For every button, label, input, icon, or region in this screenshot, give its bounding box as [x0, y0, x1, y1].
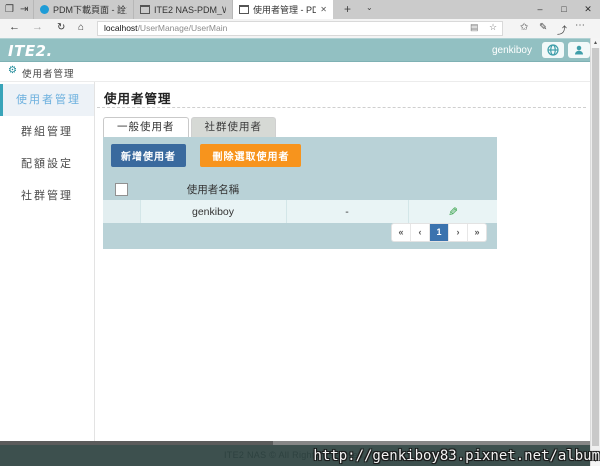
reading-view-icon[interactable]: ▤	[470, 22, 479, 33]
row-value: -	[285, 200, 408, 223]
browser-tab-bar: ❐ ⇥ PDM下載頁面 - 詮力科技ITE ITE2 NAS-PDM_Windo…	[0, 0, 600, 19]
table-header-row: 使用者名稱	[103, 178, 497, 200]
url-host: localhost	[104, 23, 138, 33]
vertical-scrollbar[interactable]: ▴ ▾	[590, 38, 600, 466]
url-path: /UserManage/UserMain	[137, 23, 228, 33]
logged-in-username: genkiboy	[491, 45, 532, 56]
minimize-button[interactable]: –	[528, 0, 552, 19]
new-tab-button[interactable]: +	[344, 2, 351, 16]
delete-selected-users-button[interactable]: 刪除選取使用者	[200, 144, 302, 167]
tab-preview-icon[interactable]: ⇥	[20, 3, 28, 16]
breadcrumb: ⚙ 使用者管理	[0, 62, 600, 82]
action-buttons-row: 新增使用者 刪除選取使用者	[103, 137, 497, 167]
address-bar: ← → ↻ ⌂ localhost/UserManage/UserMain ▤ …	[0, 19, 600, 38]
photo-watermark: http://genkiboy83.pixnet.net/album	[313, 448, 600, 464]
pagination-first-button[interactable]: «	[392, 224, 410, 241]
browser-window: ❐ ⇥ PDM下載頁面 - 詮力科技ITE ITE2 NAS-PDM_Windo…	[0, 0, 600, 466]
set-aside-tabs-icon[interactable]: ❐	[5, 3, 14, 16]
language-globe-button[interactable]	[542, 42, 564, 58]
row-username: genkiboy	[139, 200, 286, 223]
pagination-last-button[interactable]: »	[467, 224, 486, 241]
select-all-checkbox[interactable]	[115, 182, 128, 196]
hub-icon[interactable]: ✩	[520, 22, 528, 33]
site-header: ITE2. genkiboy	[0, 38, 600, 62]
add-user-button[interactable]: 新增使用者	[111, 144, 186, 167]
sidebar-item-user-manage[interactable]: 使用者管理	[0, 84, 94, 116]
pagination-next-button[interactable]: ›	[448, 224, 467, 241]
user-table: 使用者名稱 genkiboy - ✎	[103, 178, 497, 223]
scrollbar-up-arrow-icon[interactable]: ▴	[591, 38, 600, 48]
pdm-favicon	[40, 5, 49, 14]
pagination-prev-button[interactable]: ‹	[410, 224, 429, 241]
breadcrumb-label: 使用者管理	[22, 69, 75, 80]
account-button[interactable]	[568, 42, 590, 58]
favorite-star-icon[interactable]: ☆	[489, 22, 497, 33]
tab-title: 使用者管理 - PDM	[253, 5, 317, 15]
refresh-icon[interactable]: ↻	[57, 22, 65, 33]
pagination: « ‹ 1 › »	[391, 223, 487, 242]
close-window-button[interactable]: ✕	[576, 0, 600, 19]
close-tab-icon[interactable]: ✕	[320, 5, 327, 14]
edit-pencil-icon[interactable]: ✎	[448, 205, 458, 219]
vertical-scrollbar-thumb[interactable]	[592, 48, 599, 446]
url-input[interactable]: localhost/UserManage/UserMain	[97, 21, 503, 36]
more-options-icon[interactable]: ⋯	[575, 20, 585, 31]
share-icon[interactable]: ⤴	[557, 22, 567, 37]
browser-tab-nas-pdm[interactable]: ITE2 NAS-PDM_Windows 10	[134, 0, 233, 19]
gear-icon: ⚙	[8, 65, 17, 76]
window-controls: – □ ✕	[528, 0, 600, 19]
user-list-panel: 新增使用者 刪除選取使用者 使用者名稱 genkiboy - ✎ « ‹ 1 ›…	[103, 137, 497, 249]
sidebar-item-quota-settings[interactable]: 配額設定	[0, 148, 94, 180]
forward-icon[interactable]: →	[32, 21, 43, 33]
back-icon[interactable]: ←	[9, 21, 20, 33]
home-icon[interactable]: ⌂	[78, 22, 84, 33]
ite2-logo: ITE2.	[8, 42, 53, 60]
page-title: 使用者管理	[104, 92, 172, 106]
tab-list-chevron-icon[interactable]: ⌄	[366, 3, 373, 12]
browser-tab-user-manage-active[interactable]: 使用者管理 - PDM ✕	[233, 0, 333, 19]
table-row[interactable]: genkiboy - ✎	[103, 200, 497, 223]
web-note-pen-icon[interactable]: ✎	[539, 22, 547, 33]
column-header-username: 使用者名稱	[186, 183, 240, 196]
pagination-page-1[interactable]: 1	[429, 224, 448, 241]
content-tabs: 一般使用者 社群使用者	[103, 117, 276, 137]
maximize-button[interactable]: □	[552, 0, 576, 19]
sidebar: 使用者管理 群組管理 配額設定 社群管理	[0, 82, 95, 441]
person-icon	[575, 45, 583, 55]
window-favicon	[239, 5, 249, 14]
globe-icon	[547, 44, 559, 56]
tab-general-users[interactable]: 一般使用者	[103, 117, 189, 137]
window-favicon	[140, 5, 150, 14]
browser-tab-pdm-download[interactable]: PDM下載頁面 - 詮力科技ITE	[33, 0, 134, 19]
tab-community-users[interactable]: 社群使用者	[190, 117, 276, 137]
title-divider	[97, 107, 586, 108]
row-select-cell	[103, 200, 140, 223]
tab-title: ITE2 NAS-PDM_Windows 10	[154, 4, 226, 15]
sidebar-item-group-manage[interactable]: 群組管理	[0, 116, 94, 148]
tab-title: PDM下載頁面 - 詮力科技ITE	[53, 5, 127, 15]
sidebar-item-community-manage[interactable]: 社群管理	[0, 180, 94, 212]
